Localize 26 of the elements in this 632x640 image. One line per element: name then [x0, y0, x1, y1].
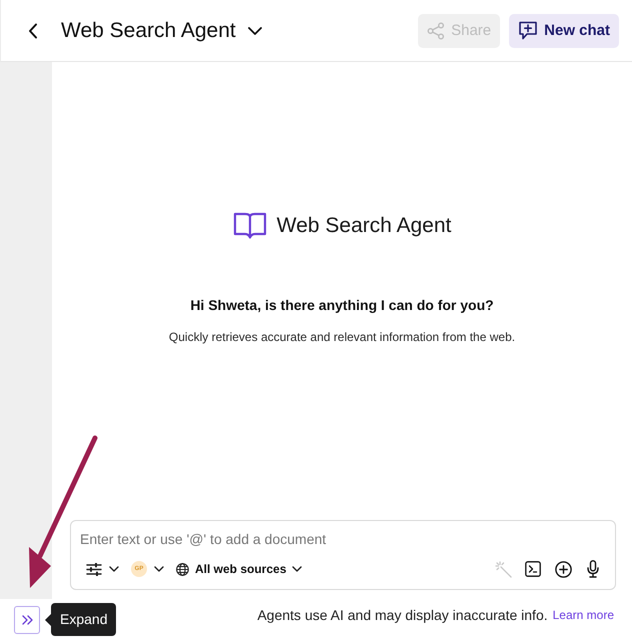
chevron-down-icon [248, 26, 262, 34]
message-input[interactable]: Enter text or use '@' to add a document [80, 529, 603, 549]
microphone-icon [587, 560, 599, 578]
agent-title: Web Search Agent [61, 18, 236, 42]
expand-tooltip: Expand [45, 603, 116, 636]
sliders-icon [86, 562, 102, 576]
plus-circle-icon [554, 560, 572, 578]
agent-description: Quickly retrieves accurate and relevant information from the web. [168, 330, 516, 344]
chat-plus-icon [518, 21, 538, 40]
disclaimer-text: Agents use AI and may display inaccurate info. [257, 607, 548, 623]
expand-button[interactable] [14, 606, 40, 634]
chevron-down-icon [154, 566, 164, 572]
greeting-text: Hi Shweta, is there anything I can do for you? [190, 297, 494, 313]
terminal-icon [525, 561, 541, 577]
share-icon [427, 22, 446, 40]
sources-dropdown[interactable]: All web sources [176, 557, 302, 581]
new-chat-button[interactable]: New chat [509, 14, 619, 48]
chevrons-right-icon [22, 614, 32, 624]
chevron-down-icon [292, 566, 302, 572]
learn-more-link[interactable]: Learn more [552, 608, 614, 622]
magic-wand-icon [494, 560, 512, 578]
agent-name: Web Search Agent [276, 214, 452, 238]
book-icon [232, 211, 267, 240]
chevron-down-icon [109, 566, 119, 572]
back-icon [28, 22, 38, 38]
globe-icon [176, 562, 189, 576]
